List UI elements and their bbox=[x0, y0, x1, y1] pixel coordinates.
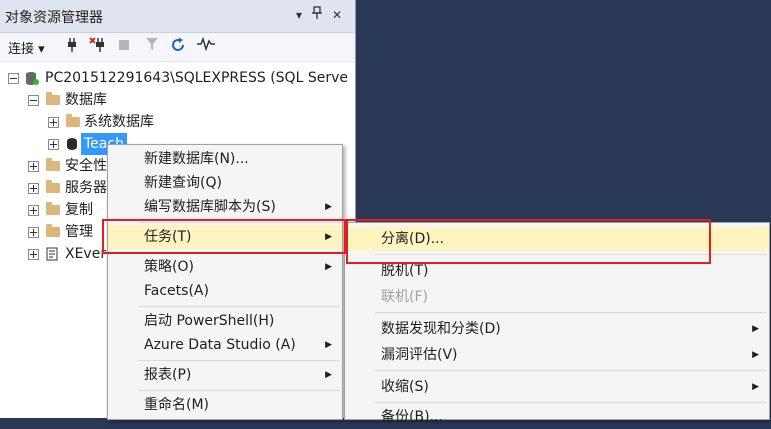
menu-item-label: 新建数据库(N)... bbox=[144, 151, 249, 167]
stop-icon[interactable] bbox=[114, 37, 134, 57]
menu-item-policies[interactable]: 策略(O) ▶ bbox=[108, 255, 342, 279]
server-label: PC201512291643\SQLEXPRESS (SQL Serve bbox=[45, 70, 348, 86]
menu-item-facets[interactable]: Facets(A) bbox=[108, 279, 342, 303]
folder-icon bbox=[46, 158, 60, 171]
connect-dropdown-button[interactable]: 连接 ▾ bbox=[8, 38, 45, 57]
menu-item-tasks[interactable]: 任务(T) ▶ bbox=[108, 225, 342, 249]
panel-toolbar: 连接 ▾ bbox=[0, 33, 355, 62]
menu-item-vulnerability-assessment[interactable]: 漏洞评估(V) ▶ bbox=[345, 343, 769, 367]
submenu-arrow-icon: ▶ bbox=[325, 262, 332, 272]
tasks-submenu: 分离(D)... 脱机(T) 联机(F) 数据发现和分类(D) ▶ 漏洞评估(V)… bbox=[344, 222, 770, 425]
filter-icon[interactable] bbox=[142, 37, 162, 57]
tree-node-system-databases[interactable]: 系统数据库 bbox=[48, 111, 348, 133]
connect-plug-icon[interactable] bbox=[62, 37, 82, 57]
folder-icon bbox=[46, 92, 60, 105]
refresh-icon[interactable] bbox=[168, 37, 188, 57]
menu-separator bbox=[375, 254, 767, 255]
submenu-arrow-icon: ▶ bbox=[752, 324, 759, 334]
system-databases-label: 系统数据库 bbox=[84, 114, 154, 130]
menu-item-label: 启动 PowerShell(H) bbox=[144, 313, 275, 329]
menu-item-label: Azure Data Studio (A) bbox=[144, 337, 296, 353]
menu-item-label: 漏洞评估(V) bbox=[381, 347, 458, 363]
collapse-icon[interactable] bbox=[8, 73, 19, 84]
folder-icon bbox=[46, 224, 60, 237]
expand-icon[interactable] bbox=[28, 183, 39, 194]
menu-separator bbox=[138, 252, 340, 253]
menu-separator bbox=[375, 312, 767, 313]
menu-item-label: 收缩(S) bbox=[381, 379, 429, 395]
replication-label: 复制 bbox=[65, 202, 93, 218]
menu-item-new-database[interactable]: 新建数据库(N)... bbox=[108, 147, 342, 171]
disconnect-plug-icon[interactable] bbox=[88, 37, 108, 57]
menu-item-reports[interactable]: 报表(P) ▶ bbox=[108, 363, 342, 387]
submenu-arrow-icon: ▶ bbox=[752, 350, 759, 360]
folder-icon bbox=[46, 180, 60, 193]
menu-item-label: 新建查询(Q) bbox=[144, 175, 222, 191]
menu-separator bbox=[138, 390, 340, 391]
menu-item-label: 任务(T) bbox=[144, 229, 192, 245]
xevent-label: XEver bbox=[65, 246, 107, 262]
folder-icon bbox=[46, 202, 60, 215]
expand-icon[interactable] bbox=[48, 139, 59, 150]
security-label: 安全性 bbox=[65, 158, 107, 174]
menu-separator bbox=[138, 306, 340, 307]
menu-item-take-offline[interactable]: 脱机(T) bbox=[345, 259, 769, 283]
menu-item-label: 分离(D)... bbox=[381, 231, 445, 247]
menu-item-script-database-as[interactable]: 编写数据库脚本为(S) ▶ bbox=[108, 195, 342, 219]
menu-item-new-query[interactable]: 新建查询(Q) bbox=[108, 171, 342, 195]
menu-separator bbox=[375, 402, 767, 403]
menu-item-detach[interactable]: 分离(D)... bbox=[345, 227, 769, 251]
menu-item-start-powershell[interactable]: 启动 PowerShell(H) bbox=[108, 309, 342, 333]
submenu-arrow-icon: ▶ bbox=[325, 202, 332, 212]
menu-item-bring-online[interactable]: 联机(F) bbox=[345, 285, 769, 309]
activity-monitor-icon[interactable] bbox=[196, 36, 216, 57]
xevent-profiler-icon bbox=[46, 247, 59, 261]
menu-item-data-discovery-classification[interactable]: 数据发现和分类(D) ▶ bbox=[345, 317, 769, 341]
menu-separator bbox=[375, 370, 767, 371]
expand-icon[interactable] bbox=[28, 249, 39, 260]
expand-icon[interactable] bbox=[48, 117, 59, 128]
menu-item-rename[interactable]: 重命名(M) bbox=[108, 393, 342, 417]
expand-icon[interactable] bbox=[28, 205, 39, 216]
menu-item-shrink[interactable]: 收缩(S) ▶ bbox=[345, 375, 769, 399]
panel-titlebar: 对象资源管理器 ▾ ✕ bbox=[0, 0, 355, 33]
submenu-arrow-icon: ▶ bbox=[325, 340, 332, 350]
server-objects-label: 服务器 bbox=[65, 180, 107, 196]
menu-item-label: 数据发现和分类(D) bbox=[381, 321, 501, 337]
expand-icon[interactable] bbox=[28, 227, 39, 238]
menu-item-label: 备份(B)... bbox=[381, 409, 443, 425]
submenu-arrow-icon: ▶ bbox=[325, 232, 332, 242]
chevron-down-icon: ▾ bbox=[38, 42, 45, 57]
menu-item-backup[interactable]: 备份(B)... bbox=[345, 405, 769, 429]
submenu-arrow-icon: ▶ bbox=[325, 370, 332, 380]
menu-separator bbox=[138, 360, 340, 361]
menu-item-label: Facets(A) bbox=[144, 283, 209, 299]
tree-node-server[interactable]: PC201512291643\SQLEXPRESS (SQL Serve bbox=[8, 67, 353, 89]
menu-item-azure-data-studio[interactable]: Azure Data Studio (A) ▶ bbox=[108, 333, 342, 357]
menu-item-label: 报表(P) bbox=[144, 367, 192, 383]
tree-node-databases[interactable]: 数据库 bbox=[28, 89, 348, 111]
menu-item-label: 编写数据库脚本为(S) bbox=[144, 199, 276, 215]
menu-item-label: 脱机(T) bbox=[381, 263, 429, 279]
connect-label: 连接 bbox=[8, 42, 35, 57]
database-icon bbox=[67, 138, 77, 150]
submenu-arrow-icon: ▶ bbox=[752, 382, 759, 392]
menu-item-label: 重命名(M) bbox=[144, 397, 210, 413]
management-label: 管理 bbox=[65, 224, 93, 240]
window-position-dropdown-icon[interactable]: ▾ bbox=[290, 6, 308, 24]
databases-label: 数据库 bbox=[65, 92, 107, 108]
folder-icon bbox=[66, 114, 80, 127]
menu-separator bbox=[138, 222, 340, 223]
database-context-menu: 新建数据库(N)... 新建查询(Q) 编写数据库脚本为(S) ▶ 任务(T) ▶ … bbox=[107, 144, 343, 420]
pin-icon[interactable] bbox=[308, 6, 326, 24]
close-icon[interactable]: ✕ bbox=[328, 6, 346, 24]
expand-icon[interactable] bbox=[28, 161, 39, 172]
panel-title: 对象资源管理器 bbox=[5, 10, 103, 26]
collapse-icon[interactable] bbox=[28, 95, 39, 106]
menu-item-label: 联机(F) bbox=[381, 289, 428, 305]
menu-item-label: 策略(O) bbox=[144, 259, 194, 275]
server-icon bbox=[25, 71, 39, 85]
